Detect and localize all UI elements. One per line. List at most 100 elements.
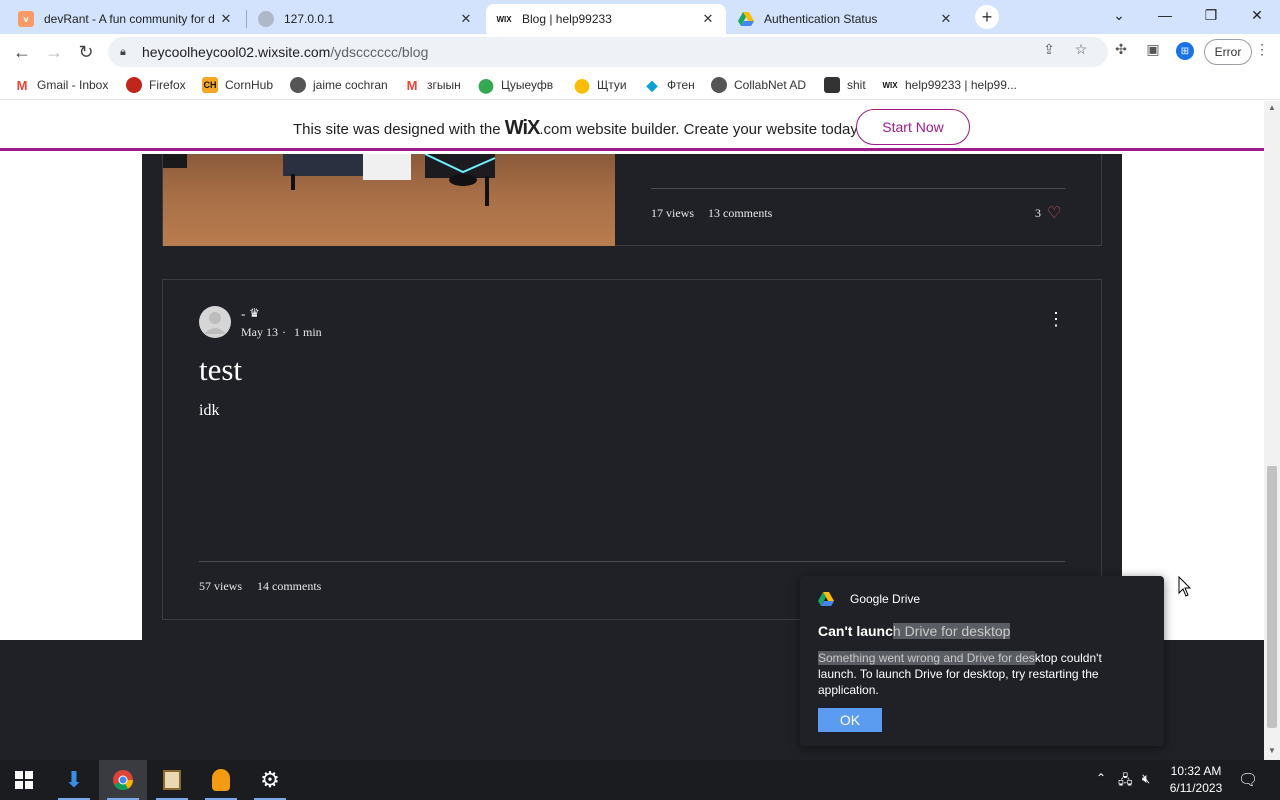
globe-icon (258, 11, 274, 27)
taskbar-downloads[interactable]: ⬇ (50, 760, 98, 800)
url-text: heycoolheycool02.wixsite.com/ydscccccc/b… (142, 44, 429, 60)
post-date: May 13 (241, 325, 278, 339)
scroll-down-icon[interactable]: ▼ (1268, 746, 1276, 755)
taskbar-app[interactable] (148, 760, 196, 800)
close-window-button[interactable]: ✕ (1234, 0, 1280, 30)
gmail-icon: M (16, 77, 28, 93)
post-views: 17 views (651, 206, 694, 220)
start-button[interactable] (0, 760, 48, 800)
tray-chevron-up-icon[interactable]: ⌃ (1096, 771, 1106, 785)
post-menu-icon[interactable]: ⋮ (1047, 310, 1065, 328)
post-comments[interactable]: 14 comments (257, 579, 321, 594)
page-scrollbar[interactable]: ▲ ▼ (1264, 101, 1280, 760)
post-card-1[interactable]: 17 views 13 comments 3 ♡ (162, 154, 1102, 246)
avatar[interactable] (199, 306, 231, 338)
tab-title: 127.0.0.1 (284, 12, 335, 26)
post-excerpt: idk (199, 402, 220, 419)
tab-search-icon[interactable]: ⌄ (1096, 0, 1142, 30)
clock-time: 10:32 AM (1170, 764, 1222, 778)
bookmark-cornhub[interactable]: CH CornHub (202, 76, 273, 94)
taskbar-fl-studio[interactable] (197, 760, 245, 800)
taskbar-clock[interactable]: 10:32 AM 6/11/2023 (1164, 763, 1228, 797)
bookmark-gmail-inbox[interactable]: M Gmail - Inbox (14, 76, 109, 94)
post-title[interactable]: test (199, 352, 242, 388)
scroll-up-icon[interactable]: ▲ (1268, 103, 1276, 112)
app-name: Google Drive (850, 592, 921, 606)
bookmark-firefox[interactable]: Firefox (126, 76, 186, 94)
clock-date: 6/11/2023 (1169, 781, 1223, 795)
maps-pin-icon: ⬤ (478, 76, 494, 93)
bookmark-jaime-cochran[interactable]: jaime cochran (290, 76, 388, 94)
bookmark-ften[interactable]: ◆ Фтен (644, 76, 695, 94)
meta-separator: · (282, 325, 286, 339)
bookmark-zgyyn[interactable]: Mзгыын (404, 76, 461, 94)
diamond-icon: ◆ (646, 76, 658, 93)
wix-icon: WIX (496, 14, 512, 24)
chrome-icon (113, 770, 134, 791)
profile-avatar[interactable]: ⊞ (1176, 42, 1194, 60)
globe-icon (290, 77, 306, 93)
post-views: 57 views (199, 579, 242, 593)
back-button[interactable]: ← (8, 38, 36, 66)
post-comments[interactable]: 13 comments (708, 206, 772, 221)
ok-button[interactable]: OK (818, 708, 882, 732)
close-tab-icon[interactable]: ✕ (700, 11, 716, 27)
new-tab-button[interactable]: + (975, 5, 999, 29)
post-cover-image[interactable] (163, 154, 615, 246)
side-panel-icon[interactable]: ▣ (1145, 41, 1161, 57)
firefox-icon (126, 77, 142, 93)
extensions-icon[interactable]: ✣ (1113, 41, 1129, 57)
minimize-button[interactable]: — (1142, 0, 1188, 30)
bookmarks-bar: M Gmail - Inbox Firefox CH CornHub jaime c… (0, 70, 1280, 100)
cornhub-icon: CH (202, 77, 218, 93)
scrollbar-thumb[interactable] (1267, 466, 1277, 728)
gmail-icon: M (406, 77, 418, 93)
app-icon (824, 77, 840, 93)
restore-button[interactable]: ❐ (1188, 0, 1234, 30)
fl-studio-icon (212, 769, 230, 791)
devrant-icon: v (18, 11, 34, 27)
taskbar-settings[interactable]: ⚙ (246, 760, 294, 800)
bookmark-help99233[interactable]: WIX help99233 | help99... (882, 76, 1016, 94)
error-button[interactable]: Error (1204, 39, 1252, 65)
address-bar[interactable]: 🔒︎ heycoolheycool02.wixsite.com/ydsccccc… (108, 37, 1108, 67)
author-name[interactable]: - (241, 306, 245, 322)
close-tab-icon[interactable]: ✕ (938, 11, 954, 27)
close-tab-icon[interactable]: ✕ (218, 11, 234, 27)
tab-devrant[interactable]: v devRant - A fun community for d ✕ (8, 4, 244, 34)
post-divider (199, 561, 1065, 562)
wix-promo-banner: This site was designed with the WiX.com … (0, 101, 1264, 151)
close-tab-icon[interactable]: ✕ (458, 11, 474, 27)
google-drive-icon (818, 592, 834, 606)
tab-auth-status[interactable]: Authentication Status ✕ (728, 4, 964, 34)
bookmark-star-icon[interactable]: ☆ (1073, 41, 1089, 57)
bookmark-collabnet-ad[interactable]: CollabNet AD (711, 76, 806, 94)
start-now-button[interactable]: Start Now (856, 109, 970, 145)
blog-feed: 17 views 13 comments 3 ♡ - ♛ May 13 · 1 … (142, 154, 1122, 640)
globe-icon (711, 77, 727, 93)
post-card-2[interactable]: - ♛ May 13 · 1 min ⋮ test idk 57 views 1… (162, 279, 1102, 620)
share-icon[interactable]: ⇪ (1041, 41, 1057, 57)
like-count: 3 (1035, 206, 1041, 220)
wix-icon: WIX (882, 80, 898, 90)
forward-button[interactable]: → (40, 38, 68, 66)
browser-toolbar: ← → ↻ 🔒︎ heycoolheycool02.wixsite.com/yd… (0, 34, 1280, 70)
bookmark-shchtui[interactable]: ⬤ Щтуи (574, 76, 626, 94)
download-arrow-icon: ⬇ (64, 767, 84, 792)
reload-button[interactable]: ↻ (72, 38, 100, 66)
volume-muted-icon[interactable]: 🔇︎ (1142, 771, 1150, 787)
google-drive-icon (738, 11, 754, 27)
taskbar-chrome[interactable] (99, 760, 147, 800)
heart-icon[interactable]: ♡ (1047, 203, 1061, 223)
network-icon[interactable]: 🖧︎ (1118, 771, 1133, 793)
tab-title: Authentication Status (764, 12, 878, 26)
bookmark-shit[interactable]: shit (824, 76, 866, 94)
read-time: 1 min (294, 325, 322, 339)
notifications-icon[interactable]: 🗨︎ (1238, 770, 1258, 790)
notification-title: Can't launch Drive for desktop (818, 623, 1011, 639)
tab-blog[interactable]: WIX Blog | help99233 ✕ (486, 4, 726, 34)
menu-kebab-icon[interactable]: ⋮ (1254, 41, 1270, 57)
bookmark-tsuyeufv[interactable]: ⬤ Цуыеуфв (478, 76, 553, 94)
tab-localhost[interactable]: 127.0.0.1 ✕ (248, 4, 484, 34)
drive-error-notification: Google Drive Can't launch Drive for desk… (800, 576, 1164, 746)
